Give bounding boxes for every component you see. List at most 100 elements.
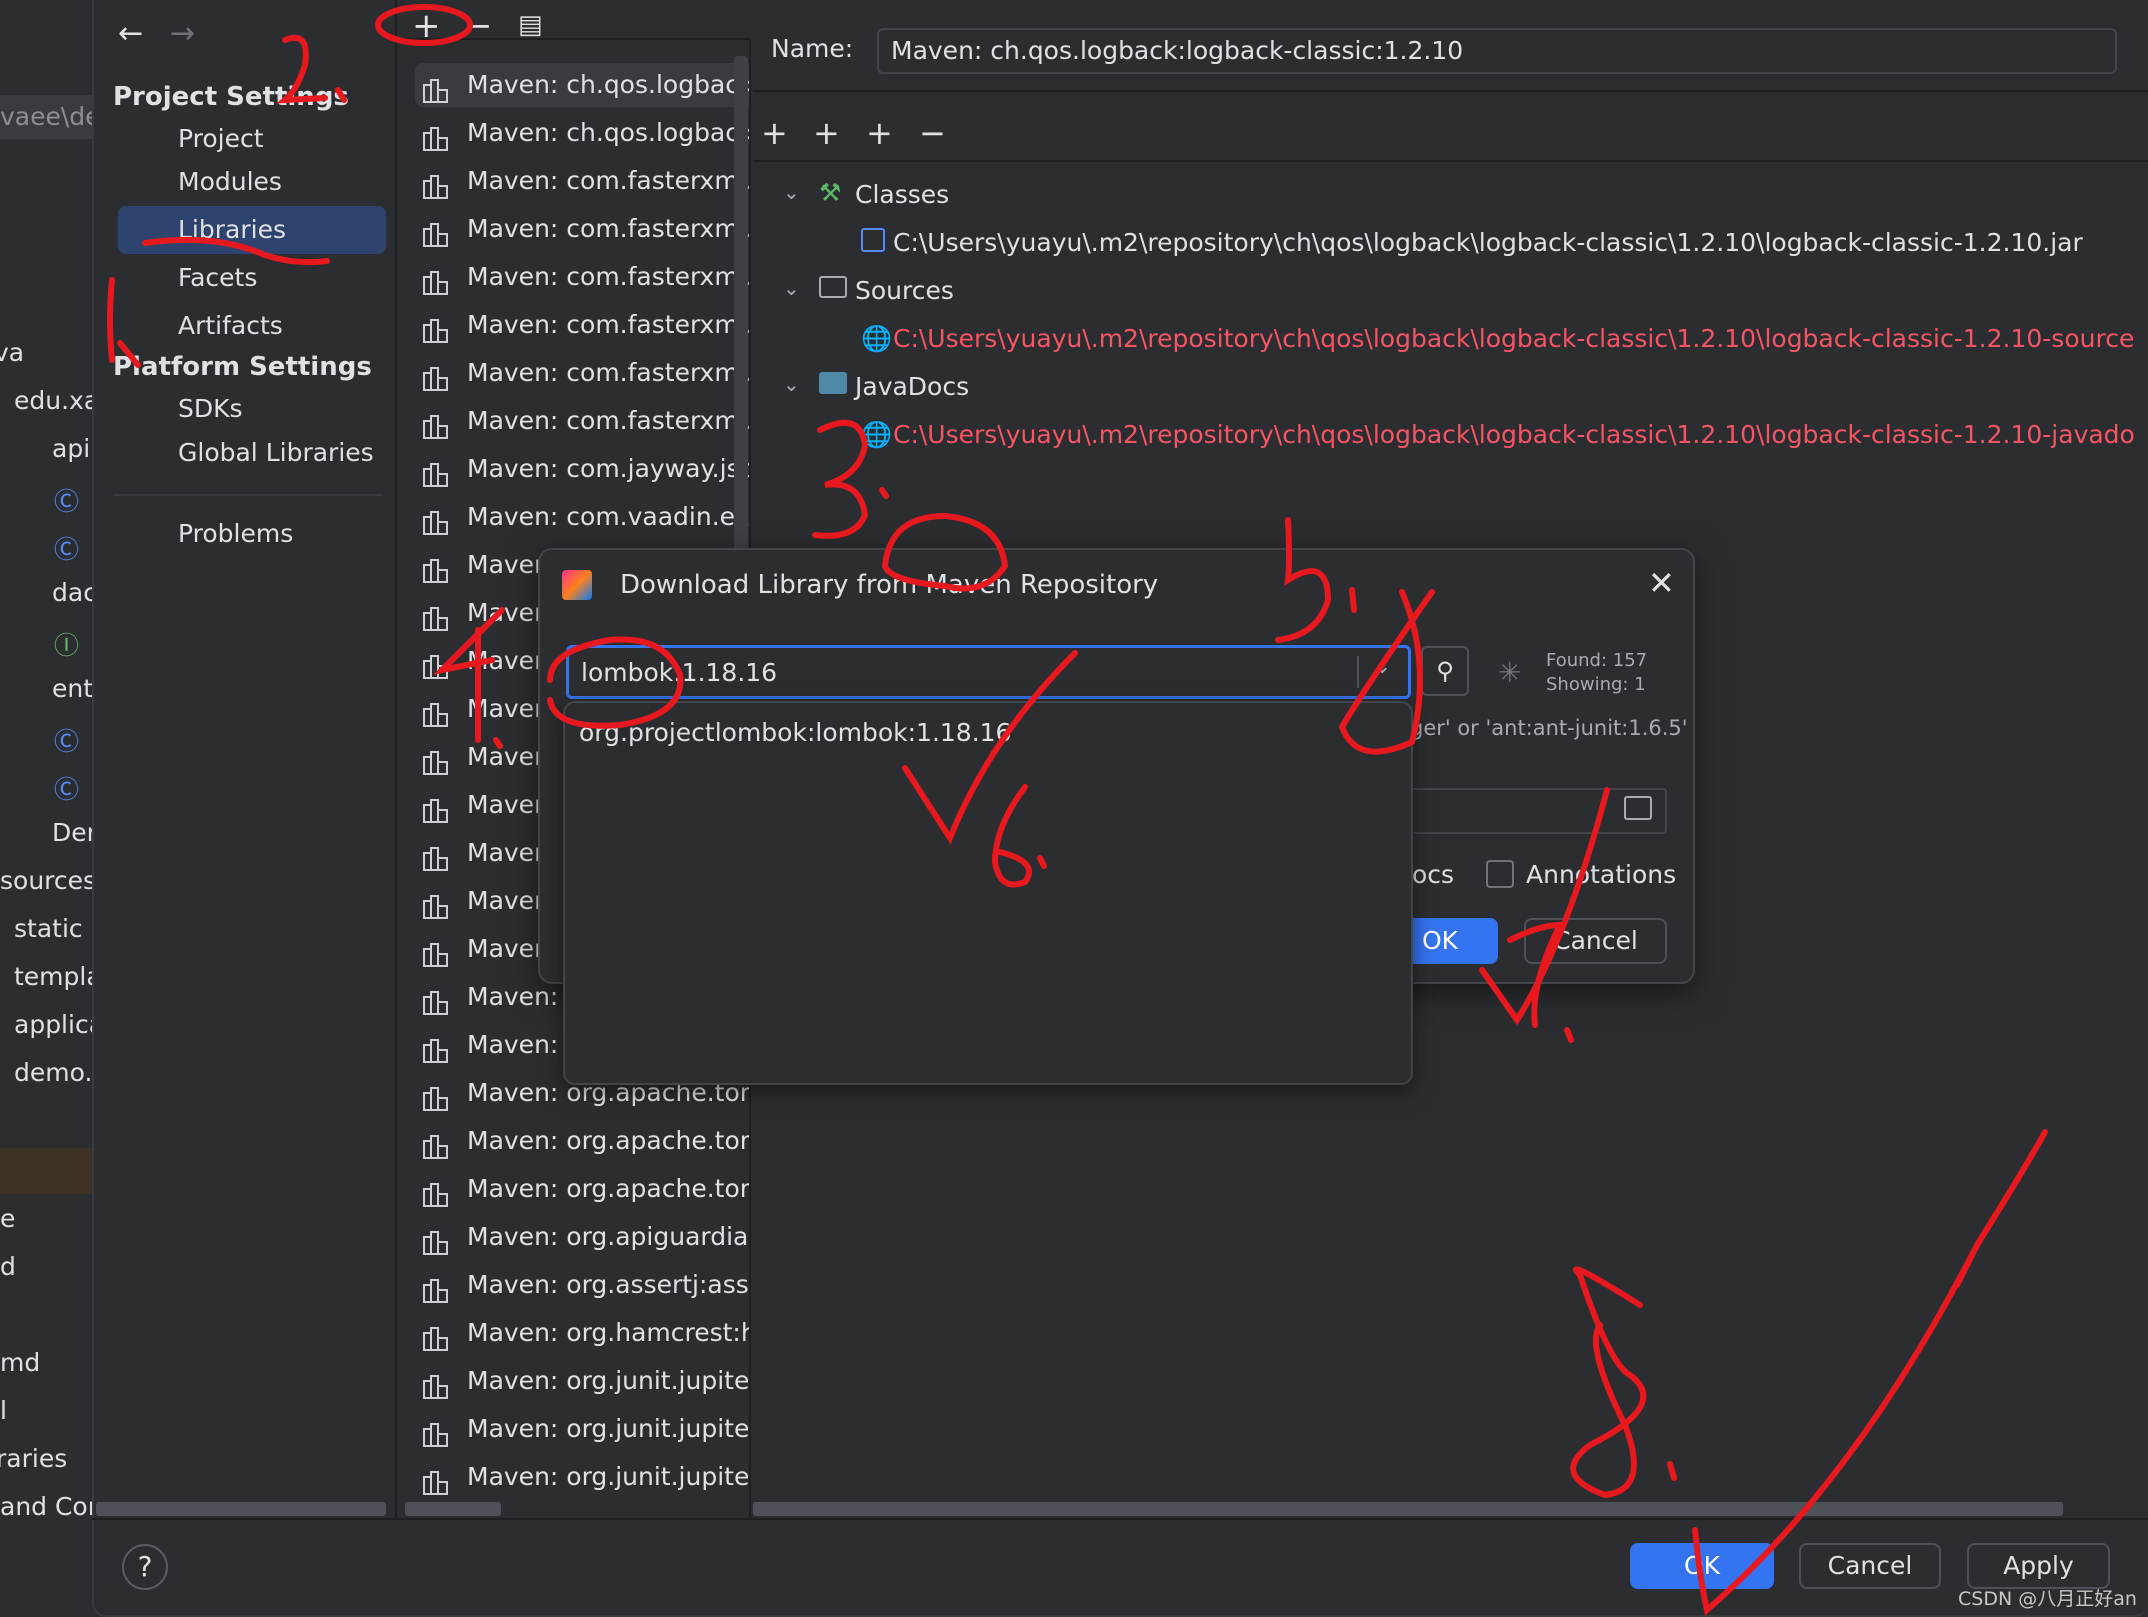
project-settings-heading: Project Settings — [113, 82, 349, 112]
sources-node[interactable]: Sources — [855, 276, 954, 305]
library-item[interactable]: Maven: com.fasterxml.j — [415, 351, 749, 395]
name-field[interactable]: Maven: ch.qos.logback:logback-classic:1.… — [877, 28, 2117, 74]
library-icon — [423, 1465, 449, 1495]
sidebar-item-global-libraries[interactable]: Global Libraries — [118, 429, 386, 477]
add-url-button[interactable]: + — [813, 114, 840, 152]
help-button[interactable]: ? — [122, 1544, 168, 1590]
sidebar-scrollbar[interactable] — [96, 1502, 386, 1516]
sidebar-item-artifacts[interactable]: Artifacts — [118, 302, 386, 350]
javadocs-path[interactable]: C:\Users\yuayu\.m2\repository\ch\qos\log… — [893, 420, 2135, 449]
sources-path[interactable]: C:\Users\yuayu\.m2\repository\ch\qos\log… — [893, 324, 2134, 353]
library-item[interactable]: Maven: com.vaadin.ext — [415, 495, 749, 539]
tree-item[interactable]: ent — [52, 674, 92, 703]
library-hscrollbar[interactable] — [405, 1502, 501, 1516]
tree-item[interactable]: md — [0, 1348, 40, 1377]
library-item[interactable]: Maven: com.fasterxml.j — [415, 207, 749, 251]
search-button[interactable]: ⚲ — [1421, 646, 1469, 696]
tree-item[interactable]: demo. — [14, 1058, 92, 1087]
search-hint: ger' or 'ant:ant-junit:1.6.5' — [1410, 716, 1688, 740]
cancel-button[interactable]: Cancel — [1799, 1543, 1941, 1589]
tree-item[interactable]: dac — [52, 578, 92, 607]
tree-item[interactable]: applica — [14, 1010, 92, 1039]
suggestion-item[interactable]: org.projectlombok:lombok:1.18.16 — [579, 711, 1011, 755]
copy-library-button[interactable]: ▤ — [518, 10, 543, 40]
library-item[interactable]: Maven: com.fasterxml.j — [415, 159, 749, 203]
annotations-checkbox[interactable] — [1486, 860, 1514, 888]
folder-icon[interactable] — [1624, 796, 1652, 820]
add-root-button[interactable]: + — [761, 114, 788, 152]
close-icon[interactable]: ✕ — [1648, 564, 1675, 602]
library-item[interactable]: Maven: org.apiguardian — [415, 1215, 749, 1259]
tree-item[interactable]: edu.xa — [14, 386, 92, 415]
dialog-cancel-button[interactable]: Cancel — [1524, 918, 1667, 964]
search-input[interactable]: lombok:1.18.16 — [581, 658, 777, 687]
detail-hscrollbar[interactable] — [753, 1502, 2063, 1516]
classes-node[interactable]: Classes — [855, 180, 949, 209]
library-item[interactable]: Maven: ch.qos.logback — [415, 63, 749, 107]
library-icon — [423, 265, 449, 295]
globe-icon: 🌐 — [861, 324, 893, 353]
tree-item[interactable]: raries — [0, 1444, 67, 1473]
chevron-down-icon[interactable]: ⌄ — [783, 276, 800, 300]
tree-item[interactable]: and Cor — [0, 1492, 92, 1521]
tree-item[interactable]: va — [0, 338, 24, 367]
tree-item[interactable]: d — [0, 1252, 16, 1281]
library-item[interactable]: Maven: org.junit.jupiter — [415, 1359, 749, 1403]
library-item[interactable]: Maven: org.junit.jupiter — [415, 1407, 749, 1451]
library-item[interactable]: Maven: org.apache.tom — [415, 1119, 749, 1163]
library-item[interactable]: Maven: org.apache.tom — [415, 1167, 749, 1211]
forward-arrow-icon[interactable]: → — [170, 16, 195, 51]
remove-root-button[interactable]: − — [919, 114, 946, 152]
back-arrow-icon[interactable]: ← — [118, 16, 143, 51]
library-item[interactable]: Maven: com.fasterxml.j — [415, 303, 749, 347]
classes-path[interactable]: C:\Users\yuayu\.m2\repository\ch\qos\log… — [893, 228, 2083, 257]
library-item[interactable]: Maven: org.assertj:asse — [415, 1263, 751, 1307]
download-to-field[interactable] — [1410, 788, 1667, 834]
library-item[interactable]: Maven: com.jayway.jso — [415, 447, 749, 491]
library-icon — [423, 409, 449, 439]
javadocs-node[interactable]: JavaDocs — [855, 372, 969, 401]
annotations-label: Annotations — [1526, 860, 1677, 889]
library-icon — [423, 841, 449, 871]
library-icon — [423, 553, 449, 583]
ok-button[interactable]: OK — [1630, 1543, 1774, 1589]
tree-path: vaee\de — [0, 95, 92, 139]
sidebar-item-project[interactable]: Project — [118, 115, 386, 163]
search-combobox[interactable]: lombok:1.18.16 ⌄ — [566, 645, 1411, 699]
sidebar-item-facets[interactable]: Facets — [118, 254, 386, 302]
library-icon — [423, 1129, 449, 1159]
library-icon — [423, 793, 449, 823]
tree-item[interactable]: l — [0, 1396, 7, 1425]
library-item[interactable]: Maven: org.hamcrest:h — [415, 1311, 751, 1355]
globe-icon: 🌐 — [861, 420, 893, 449]
tree-item[interactable]: e — [0, 1204, 15, 1233]
tree-item[interactable]: sources — [0, 866, 92, 895]
sidebar-item-problems[interactable]: Problems — [118, 510, 386, 558]
library-item[interactable]: Maven: com.fasterxml.j — [415, 399, 751, 443]
intellij-logo-icon — [562, 570, 592, 600]
tree-item[interactable]: templa — [14, 962, 92, 991]
tree-item[interactable]: api — [52, 434, 90, 463]
tree-item[interactable]: static — [14, 914, 83, 943]
library-label: Maven: — [467, 1030, 559, 1059]
chevron-down-icon[interactable]: ⌄ — [783, 180, 800, 204]
loading-spinner-icon: ✳ — [1498, 656, 1522, 689]
library-label: Maven: com.fasterxml.j — [467, 406, 751, 435]
library-item[interactable]: Maven: org.junit.jupiter — [415, 1455, 749, 1499]
tree-item[interactable]: Der — [52, 818, 92, 847]
library-item[interactable]: Maven: com.fasterxml.j — [415, 255, 749, 299]
library-label: Maven: org.assertj:asse — [467, 1270, 751, 1299]
javadoc-folder-icon — [819, 372, 847, 394]
library-icon — [423, 73, 449, 103]
chevron-down-icon[interactable]: ⌄ — [1373, 654, 1391, 679]
library-item[interactable]: Maven: ch.qos.logback — [415, 111, 749, 155]
name-label: Name: — [771, 34, 854, 63]
add-jar-button[interactable]: + — [866, 114, 893, 152]
sidebar-item-libraries[interactable]: Libraries — [118, 206, 386, 254]
chevron-down-icon[interactable]: ⌄ — [783, 372, 800, 396]
divider — [753, 90, 2148, 92]
apply-button[interactable]: Apply — [1967, 1543, 2110, 1589]
library-label: Maven: org.hamcrest:h — [467, 1318, 751, 1347]
sidebar-item-modules[interactable]: Modules — [118, 158, 386, 206]
sidebar-item-sdks[interactable]: SDKs — [118, 385, 386, 433]
